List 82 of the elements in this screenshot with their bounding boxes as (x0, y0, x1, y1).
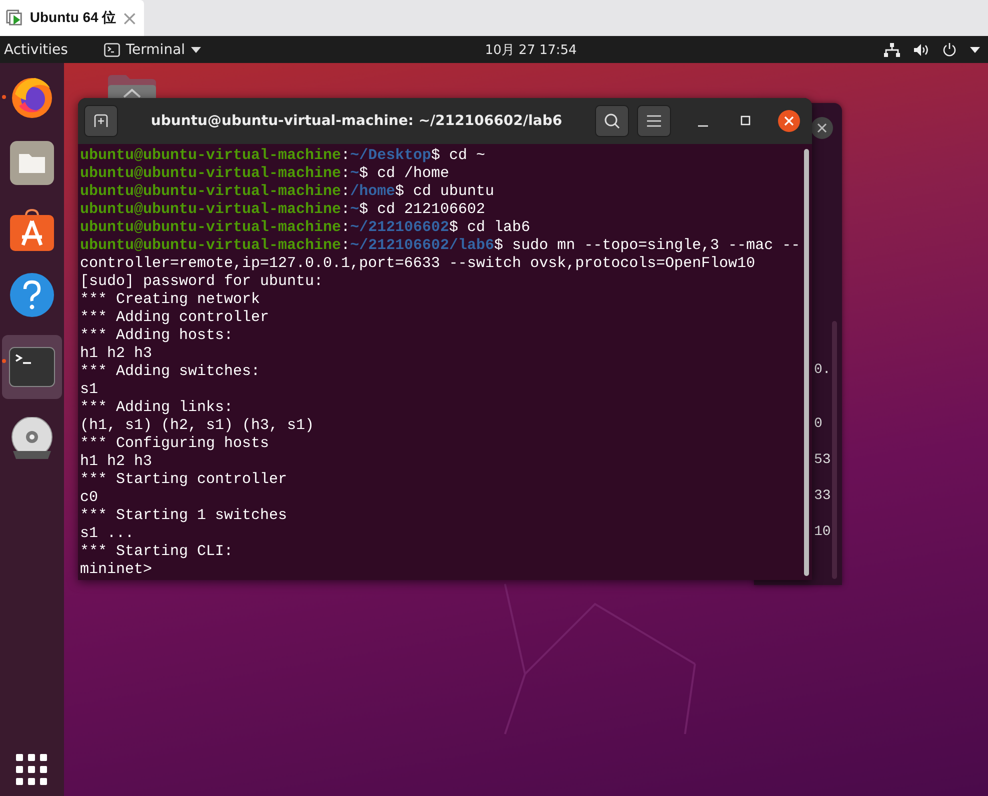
output-text: *** Adding hosts: (80, 327, 234, 344)
clock[interactable]: 10月 27 17:54 (485, 40, 577, 58)
command-text: $ sudo mn --topo=single,3 --mac -- (494, 237, 800, 254)
prompt-user: ubuntu@ubuntu-virtual-machine (80, 183, 342, 200)
output-text: *** Starting CLI: (80, 543, 234, 560)
output-text: *** Adding links: (80, 399, 234, 416)
terminal-icon (9, 347, 55, 387)
prompt-separator: : (341, 147, 350, 164)
tab-title: Ubuntu 64 位 (30, 9, 116, 27)
minimize-icon (696, 125, 709, 127)
terminal-text: 10 (814, 523, 831, 541)
close-icon (784, 116, 794, 126)
terminal-text: 33 (814, 487, 831, 505)
prompt-separator: : (341, 183, 350, 200)
folder-icon (10, 141, 54, 185)
prompt-user: ubuntu@ubuntu-virtual-machine (80, 201, 342, 218)
output-text: mininet> (80, 561, 152, 578)
activities-button[interactable]: Activities (4, 42, 68, 58)
prompt-path: /home (350, 183, 396, 200)
running-indicator (2, 359, 6, 363)
disc-icon (10, 417, 54, 461)
terminal-text: 53 (814, 451, 831, 469)
prompt-path: ~/212106602/lab6 (350, 237, 494, 254)
shopping-bag-icon (10, 207, 54, 251)
new-tab-icon (94, 114, 108, 128)
running-indicator (2, 95, 6, 99)
vm-play-icon (6, 9, 25, 27)
prompt-separator: : (341, 201, 350, 218)
volume-icon[interactable] (913, 42, 929, 56)
output-text: *** Adding switches: (80, 363, 260, 380)
command-text: $ cd lab6 (449, 219, 530, 236)
prompt-user: ubuntu@ubuntu-virtual-machine (80, 165, 342, 182)
menu-button[interactable] (636, 105, 671, 137)
search-icon (604, 113, 620, 129)
command-text: $ cd /home (359, 165, 450, 182)
app-grid-icon[interactable] (16, 754, 48, 786)
command-text: $ cd ~ (431, 147, 486, 164)
prompt-path: ~/Desktop (350, 147, 432, 164)
prompt-path: ~ (350, 165, 360, 182)
command-text: $ cd ubuntu (395, 183, 494, 200)
prompt-separator: : (341, 237, 350, 254)
maximize-icon (740, 115, 752, 127)
output-text: *** Configuring hosts (80, 435, 270, 452)
search-button[interactable] (594, 105, 629, 137)
output-text: h1 h2 h3 (80, 453, 152, 470)
close-icon[interactable] (811, 117, 833, 139)
network-icon[interactable] (884, 42, 900, 56)
new-tab-button[interactable] (84, 105, 118, 137)
power-icon[interactable] (942, 42, 957, 57)
prompt-path: ~/212106602 (350, 219, 450, 236)
window-title: ubuntu@ubuntu-virtual-machine: ~/212106602/lab6 (150, 113, 562, 129)
prompt-user: ubuntu@ubuntu-virtual-machine (80, 237, 342, 254)
prompt-user: ubuntu@ubuntu-virtual-machine (80, 219, 342, 236)
output-text: [sudo] password for ubuntu: (80, 273, 324, 290)
output-text: *** Creating network (80, 291, 260, 308)
prompt-separator: : (341, 219, 350, 236)
home-folder-icon (108, 73, 156, 100)
command-text: $ cd 212106602 (359, 201, 486, 218)
output-text: (h1, s1) (h2, s1) (h3, s1) (80, 417, 314, 434)
output-text: controller=remote,ip=127.0.0.1,port=6633 --switch ovsk,protocols=OpenFlow10 (80, 255, 756, 272)
scrollbar[interactable] (804, 149, 809, 576)
caret-icon[interactable] (970, 46, 980, 52)
app-menu[interactable]: Terminal (104, 42, 202, 58)
prompt-user: ubuntu@ubuntu-virtual-machine (80, 147, 342, 164)
menu-icon (646, 115, 661, 127)
output-text: s1 ... (80, 525, 134, 542)
prompt-separator: : (341, 165, 350, 182)
scrollbar[interactable] (832, 321, 837, 579)
close-button[interactable] (778, 110, 800, 132)
terminal-icon (104, 42, 120, 56)
caret-icon (191, 46, 202, 52)
terminal-text: 0 (814, 415, 824, 433)
output-text: h1 h2 h3 (80, 345, 152, 362)
output-text: s1 (80, 381, 98, 398)
output-text: *** Starting controller (80, 471, 288, 488)
vm-tab[interactable]: Ubuntu 64 位 × (0, 0, 144, 36)
output-text: *** Adding controller (80, 309, 270, 326)
output-text: *** Starting 1 switches (80, 507, 288, 524)
help-icon (10, 273, 54, 317)
prompt-path: ~ (350, 201, 360, 218)
terminal-text: 0. (814, 361, 831, 379)
output-text: c0 (80, 489, 98, 506)
